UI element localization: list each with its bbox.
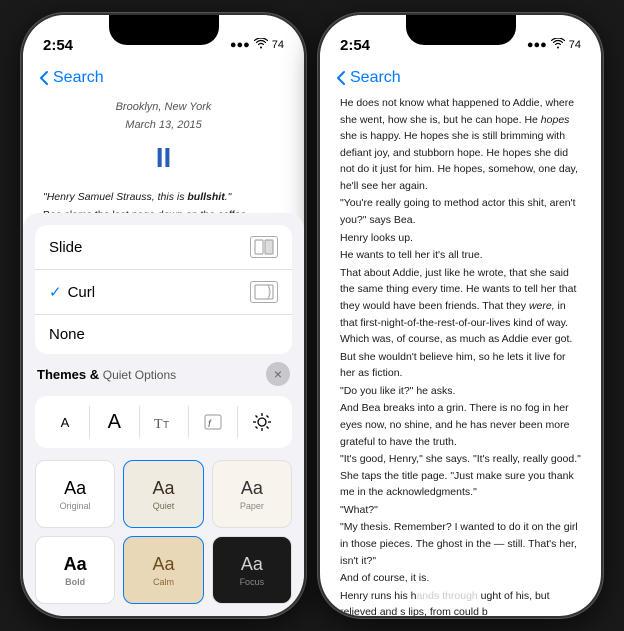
theme-original[interactable]: Aa Original	[35, 460, 115, 528]
slide-label: Slide	[49, 239, 82, 256]
brightness-button[interactable]	[244, 404, 280, 440]
theme-bold[interactable]: Aa Bold	[35, 536, 115, 604]
curl-icon	[250, 281, 278, 303]
chapter-number: II	[43, 136, 284, 181]
font-increase-button[interactable]: A	[96, 404, 132, 440]
right-battery-icon: 74	[569, 39, 581, 51]
panel-overlay: Slide ✓ Curl None Themes	[23, 213, 304, 616]
divider3	[188, 406, 189, 438]
back-label: Search	[53, 69, 104, 87]
transition-none[interactable]: None	[35, 315, 292, 354]
none-label: None	[49, 326, 85, 343]
right-status-icons: ●●● 74	[527, 38, 581, 52]
left-phone: 2:54 ●●● 74 Search	[21, 13, 306, 618]
transition-curl[interactable]: ✓ Curl	[35, 270, 292, 315]
theme-focus-name: Focus	[240, 577, 265, 587]
theme-bold-name: Bold	[65, 577, 85, 587]
right-wifi-icon	[551, 38, 565, 52]
theme-quiet-name: Quiet	[153, 501, 175, 511]
right-back-button[interactable]: Search	[336, 69, 401, 87]
book-location: Brooklyn, New York March 13, 2015	[43, 95, 284, 134]
right-phone: 2:54 ●●● 74 Search	[318, 13, 603, 618]
right-time: 2:54	[340, 37, 370, 54]
theme-paper[interactable]: Aa Paper	[212, 460, 292, 528]
theme-calm-name: Calm	[153, 577, 174, 587]
signal-icon: ●●●	[230, 39, 250, 51]
font-decrease-button[interactable]: A	[47, 404, 83, 440]
theme-focus-preview: Aa	[241, 554, 263, 575]
phones-container: 2:54 ●●● 74 Search	[21, 13, 603, 618]
notch	[109, 15, 219, 45]
theme-quiet-preview: Aa	[152, 478, 174, 499]
font-family-button[interactable]: TT	[146, 404, 182, 440]
right-signal-icon: ●●●	[527, 39, 547, 51]
wifi-icon	[254, 38, 268, 52]
theme-quiet[interactable]: Aa Quiet	[123, 460, 203, 528]
svg-text:T: T	[163, 420, 169, 431]
divider4	[237, 406, 238, 438]
theme-calm[interactable]: Aa Calm	[123, 536, 203, 604]
left-nav-bar[interactable]: Search	[23, 65, 304, 95]
right-nav-bar[interactable]: Search	[320, 65, 601, 95]
transition-options: Slide ✓ Curl None	[35, 225, 292, 354]
theme-grid: Aa Original Aa Quiet Aa Paper Aa Bold Aa	[23, 454, 304, 616]
curl-label: Curl	[68, 284, 250, 301]
right-back-label: Search	[350, 69, 401, 87]
left-status-icons: ●●● 74	[230, 38, 284, 52]
right-notch	[406, 15, 516, 45]
slide-icon	[250, 236, 278, 258]
left-back-button[interactable]: Search	[39, 69, 104, 87]
font-style-button[interactable]: f	[195, 404, 231, 440]
divider1	[89, 406, 90, 438]
theme-calm-preview: Aa	[152, 554, 174, 575]
transition-slide[interactable]: Slide	[35, 225, 292, 270]
svg-text:f: f	[208, 419, 212, 430]
theme-original-name: Original	[60, 501, 91, 511]
close-button[interactable]: ×	[266, 362, 290, 386]
right-status-bar: 2:54 ●●● 74	[320, 15, 601, 65]
themes-label: Themes & Quiet Options	[37, 367, 176, 382]
theme-original-preview: Aa	[64, 478, 86, 499]
theme-paper-preview: Aa	[241, 478, 263, 499]
left-status-bar: 2:54 ●●● 74	[23, 15, 304, 65]
left-time: 2:54	[43, 37, 73, 54]
font-controls: A A TT f	[35, 396, 292, 448]
battery-icon: 74	[272, 39, 284, 51]
svg-text:T: T	[154, 417, 163, 432]
theme-paper-name: Paper	[240, 501, 264, 511]
themes-header: Themes & Quiet Options ×	[23, 354, 304, 390]
right-text-area: He does not know what happened to Addie,…	[320, 95, 601, 618]
theme-bold-preview: Aa	[64, 554, 87, 575]
theme-focus[interactable]: Aa Focus	[212, 536, 292, 604]
divider2	[139, 406, 140, 438]
check-icon: ✓	[49, 283, 62, 301]
